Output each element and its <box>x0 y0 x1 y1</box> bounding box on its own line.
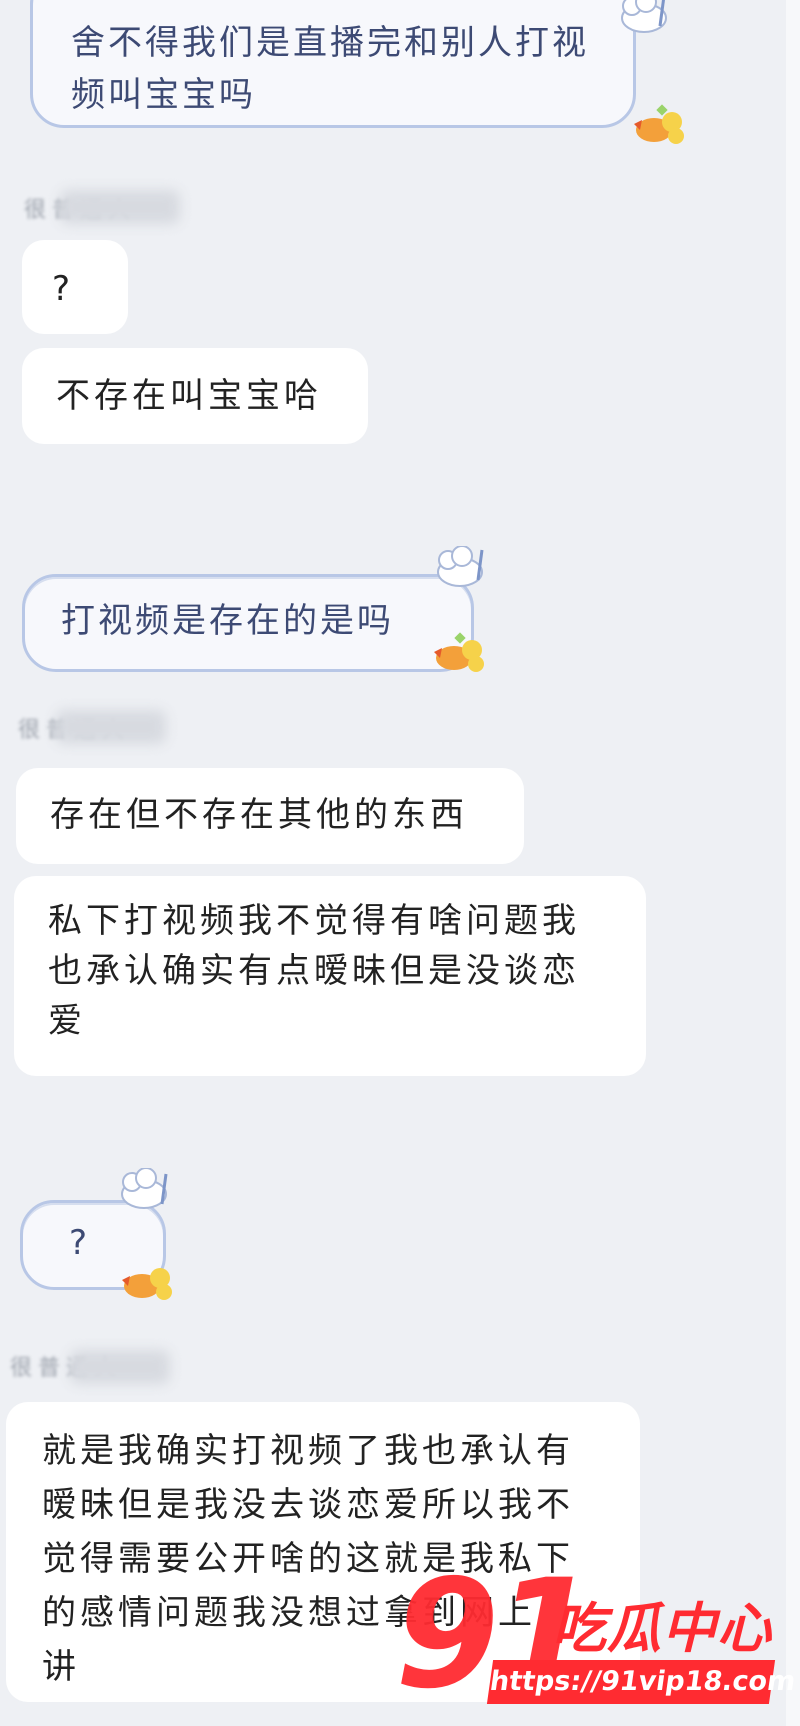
chick-sticker-icon <box>634 104 684 144</box>
message-bubble-other[interactable]: 不存在叫宝宝哈 <box>22 348 368 444</box>
message-text: 存在但不存在其他的东西 <box>50 795 468 835</box>
message-bubble-other[interactable]: 存在但不存在其他的东西 <box>16 768 524 864</box>
chick-sticker-icon <box>434 632 484 672</box>
message-text: 也承认确实有点暧昧但是没谈恋 <box>48 951 580 991</box>
message-bubble-self[interactable]: 打视频是存在的是吗 <box>22 574 474 672</box>
watermark-url: https://91vip18.com <box>486 1660 797 1704</box>
message-text: ? <box>69 1223 91 1263</box>
right-edge-strip <box>786 0 800 1726</box>
chef-hat-icon <box>621 0 667 33</box>
message-text: 爱 <box>48 1001 86 1041</box>
message-bubble-other[interactable]: ? <box>22 240 128 334</box>
message-text: 舍不得我们是直播完和别人打视 <box>71 23 589 63</box>
message-text: 频叫宝宝吗 <box>71 75 256 115</box>
sender-name-redaction <box>56 710 166 744</box>
chat-history: 舍不得我们是直播完和别人打视 频叫宝宝吗 很普通人 ? 不存在叫宝宝哈 打视频是… <box>0 0 800 1726</box>
chick-sticker-icon <box>122 1268 172 1300</box>
watermark-brand: 吃瓜中心 <box>552 1597 772 1660</box>
message-text: 私下打视频我不觉得有啥问题我 <box>48 901 580 941</box>
message-text: 不存在叫宝宝哈 <box>56 376 322 416</box>
message-text: 暧昧但是我没去谈恋爱所以我不 <box>42 1485 574 1525</box>
sender-name-redaction <box>70 1350 170 1384</box>
message-bubble-other[interactable]: 私下打视频我不觉得有啥问题我 也承认确实有点暧昧但是没谈恋 爱 <box>14 876 646 1076</box>
chef-hat-icon <box>121 1168 168 1209</box>
sender-name-redaction <box>60 190 180 224</box>
message-text: 打视频是存在的是吗 <box>61 601 394 641</box>
message-text: ? <box>52 269 75 309</box>
message-bubble-self[interactable]: 舍不得我们是直播完和别人打视 频叫宝宝吗 <box>30 0 636 128</box>
chef-hat-icon <box>437 546 484 587</box>
message-text: 就是我确实打视频了我也承认有 <box>42 1431 574 1471</box>
